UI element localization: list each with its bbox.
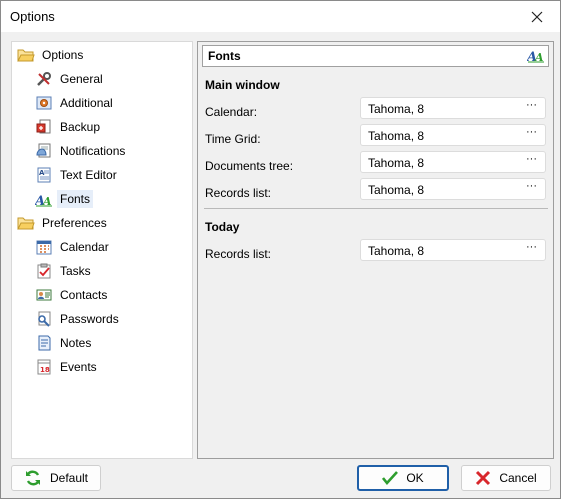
tasks-icon — [35, 262, 53, 280]
checkmark-icon — [382, 471, 399, 485]
tree-item-label: Calendar — [60, 240, 109, 254]
tree-item-fonts[interactable]: AA Fonts — [35, 188, 94, 210]
events-icon: 18 — [35, 358, 53, 376]
font-value: Tahoma, 8 — [368, 102, 425, 116]
font-value: Tahoma, 8 — [368, 156, 425, 170]
options-dialog: Options Options General Additional Backu… — [0, 0, 561, 499]
default-button-label: Default — [49, 471, 89, 485]
svg-text:A: A — [42, 195, 52, 207]
wrench-icon — [35, 70, 53, 88]
fonts-panel: Fonts AA Main window Calendar: Tahoma, 8… — [197, 41, 554, 459]
tree-item-label: Backup — [60, 120, 101, 134]
tree-group-options[interactable]: Options — [17, 44, 86, 66]
browse-font-button[interactable]: ··· — [526, 126, 537, 138]
tree-item-label: Contacts — [60, 288, 108, 302]
folder-open-icon — [17, 214, 35, 232]
today-records-list-font-field[interactable]: Tahoma, 8 ··· — [360, 239, 546, 261]
section-divider — [204, 208, 548, 209]
ok-button[interactable]: OK — [357, 465, 449, 491]
documents-tree-font-label: Documents tree: — [205, 159, 294, 173]
tree-item-events[interactable]: 18 Events — [35, 356, 100, 378]
browse-font-button[interactable]: ··· — [526, 180, 537, 192]
tree-item-contacts[interactable]: Contacts — [35, 284, 110, 306]
contacts-icon — [35, 286, 53, 304]
tree-group-label: Preferences — [42, 216, 107, 230]
panel-title: Fonts — [208, 49, 241, 63]
time-grid-font-field[interactable]: Tahoma, 8 ··· — [360, 124, 546, 146]
tree-item-calendar[interactable]: Calendar — [35, 236, 112, 258]
backup-icon — [35, 118, 53, 136]
tree-item-text-editor[interactable]: A Text Editor — [35, 164, 120, 186]
tree-item-label: Notifications — [60, 144, 126, 158]
records-list-font-label: Records list: — [205, 186, 272, 200]
notes-icon — [35, 334, 53, 352]
tree-item-backup[interactable]: Backup — [35, 116, 103, 138]
records-list-font-field[interactable]: Tahoma, 8 ··· — [360, 178, 546, 200]
tree-item-general[interactable]: General — [35, 68, 106, 90]
tree-item-label: Additional — [60, 96, 113, 110]
folder-open-icon — [17, 46, 35, 64]
tree-group-label: Options — [42, 48, 84, 62]
documents-tree-font-field[interactable]: Tahoma, 8 ··· — [360, 151, 546, 173]
passwords-icon — [35, 310, 53, 328]
today-records-list-font-label: Records list: — [205, 247, 272, 261]
browse-font-button[interactable]: ··· — [526, 99, 537, 111]
cancel-button-label: Cancel — [499, 471, 537, 485]
svg-text:18: 18 — [40, 366, 50, 374]
window-title: Options — [10, 9, 55, 24]
cancel-button[interactable]: Cancel — [461, 465, 551, 491]
panel-header: Fonts AA — [202, 45, 549, 67]
tree-item-label: General — [60, 72, 103, 86]
calendar-font-field[interactable]: Tahoma, 8 ··· — [360, 97, 546, 119]
fonts-icon: AA — [35, 190, 53, 208]
cancel-x-icon — [475, 470, 491, 486]
default-button[interactable]: Default — [11, 465, 101, 491]
notifications-icon — [35, 142, 53, 160]
font-value: Tahoma, 8 — [368, 244, 425, 258]
close-button[interactable] — [514, 1, 560, 32]
tree-item-additional[interactable]: Additional — [35, 92, 116, 114]
ok-button-label: OK — [406, 471, 424, 485]
fonts-icon: AA — [525, 47, 545, 66]
tree-item-notes[interactable]: Notes — [35, 332, 94, 354]
tree-item-label: Tasks — [60, 264, 91, 278]
tree-item-label: Text Editor — [60, 168, 117, 182]
section-main-window: Main window — [205, 78, 280, 92]
tree-item-tasks[interactable]: Tasks — [35, 260, 94, 282]
refresh-icon — [24, 469, 42, 487]
calendar-icon — [35, 238, 53, 256]
calendar-font-label: Calendar: — [205, 105, 258, 119]
tree-item-label: Events — [60, 360, 97, 374]
gear-icon — [35, 94, 53, 112]
section-today: Today — [205, 220, 240, 234]
tree-item-notifications[interactable]: Notifications — [35, 140, 128, 162]
browse-font-button[interactable]: ··· — [526, 241, 537, 253]
tree-group-preferences[interactable]: Preferences — [17, 212, 110, 234]
browse-font-button[interactable]: ··· — [526, 153, 537, 165]
title-bar: Options — [1, 1, 560, 32]
tree-item-label: Passwords — [60, 312, 119, 326]
tree-item-passwords[interactable]: Passwords — [35, 308, 122, 330]
tree-item-label: Notes — [60, 336, 92, 350]
svg-text:A: A — [534, 51, 544, 63]
font-value: Tahoma, 8 — [368, 183, 425, 197]
close-icon — [531, 11, 543, 22]
options-tree: Options General Additional Backup Notifi — [11, 41, 193, 459]
font-value: Tahoma, 8 — [368, 129, 425, 143]
tree-item-label: Fonts — [57, 190, 94, 208]
time-grid-font-label: Time Grid: — [205, 132, 261, 146]
text-editor-icon: A — [35, 166, 53, 184]
